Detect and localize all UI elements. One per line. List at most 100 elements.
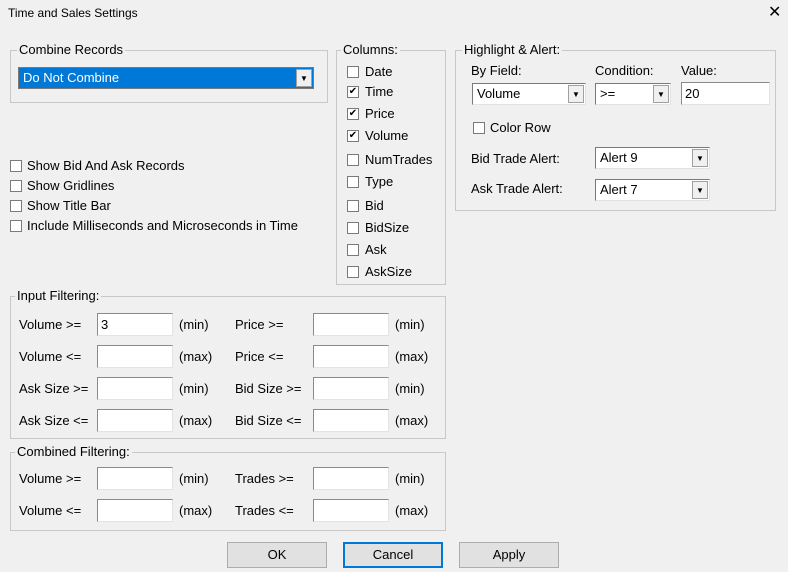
window-title: Time and Sales Settings [8, 6, 138, 20]
cancel-button[interactable]: Cancel [343, 542, 443, 568]
filter-label: Price >= [235, 317, 284, 332]
column-checkbox[interactable]: Ask [347, 242, 387, 257]
ask-alert-value: Alert 7 [600, 182, 638, 197]
filter-input[interactable] [97, 409, 173, 432]
chevron-down-icon: ▼ [296, 69, 312, 87]
filter-unit: (min) [395, 471, 425, 486]
column-label: Volume [365, 128, 409, 143]
column-checkbox[interactable]: Date [347, 64, 392, 79]
bid-trade-alert-label: Bid Trade Alert: [471, 151, 560, 166]
checkbox-box[interactable] [347, 153, 359, 166]
bid-trade-alert-select[interactable]: Alert 9 ▼ [595, 147, 710, 169]
checkbox-box[interactable] [347, 221, 359, 234]
column-label: Bid [365, 198, 384, 213]
column-checkbox[interactable]: BidSize [347, 220, 409, 235]
checkmark-icon[interactable]: ✔ [347, 129, 359, 142]
filter-label: Ask Size <= [19, 413, 89, 428]
filter-label: Volume <= [19, 349, 82, 364]
option-checkbox[interactable]: Show Bid And Ask Records [10, 158, 185, 173]
bid-alert-value: Alert 9 [600, 150, 638, 165]
filter-input[interactable] [313, 467, 389, 490]
filter-label: Bid Size >= [235, 381, 302, 396]
checkmark-icon[interactable]: ✔ [347, 107, 359, 120]
value-input[interactable]: 20 [681, 82, 770, 105]
checkbox-box[interactable] [347, 265, 359, 278]
apply-button[interactable]: Apply [459, 542, 559, 568]
column-label: Ask [365, 242, 387, 257]
checkbox-box[interactable] [473, 121, 485, 134]
column-checkbox[interactable]: Bid [347, 198, 384, 213]
column-label: Date [365, 64, 393, 79]
condition-select[interactable]: >= ▼ [595, 83, 671, 105]
option-checkbox[interactable]: Show Title Bar [10, 198, 111, 213]
color-row-checkbox[interactable]: Color Row [473, 120, 551, 135]
filter-input[interactable] [313, 409, 389, 432]
filter-input[interactable] [313, 499, 389, 522]
filter-unit: (max) [395, 349, 429, 364]
value-label: Value: [681, 63, 717, 78]
column-checkbox[interactable]: NumTrades [347, 152, 432, 167]
column-label: Price [365, 106, 395, 121]
filter-unit: (min) [179, 381, 209, 396]
checkbox-box[interactable] [347, 199, 359, 212]
column-checkbox[interactable]: ✔ Price [347, 106, 395, 121]
filter-label: Trades >= [235, 471, 294, 486]
checkmark-icon[interactable]: ✔ [347, 85, 359, 98]
ask-trade-alert-label: Ask Trade Alert: [471, 181, 563, 196]
column-checkbox[interactable]: ✔ Volume [347, 128, 408, 143]
columns-label: Columns: [341, 42, 400, 57]
combine-records-value: Do Not Combine [23, 70, 120, 85]
checkbox-box[interactable] [10, 199, 22, 212]
chevron-down-icon: ▼ [568, 85, 584, 103]
filter-unit: (min) [395, 381, 425, 396]
filter-input[interactable] [313, 313, 389, 336]
filter-input[interactable] [313, 345, 389, 368]
filter-label: Ask Size >= [19, 381, 89, 396]
combine-records-label: Combine Records [17, 42, 126, 57]
chevron-down-icon: ▼ [692, 149, 708, 167]
column-label: Time [365, 84, 394, 99]
filter-input[interactable]: 3 [97, 313, 173, 336]
filter-input[interactable] [97, 499, 173, 522]
column-checkbox[interactable]: AskSize [347, 264, 412, 279]
filter-unit: (min) [179, 471, 209, 486]
filter-label: Volume <= [19, 503, 82, 518]
checkbox-box[interactable] [10, 219, 22, 232]
checkbox-box[interactable] [10, 159, 22, 172]
by-field-select[interactable]: Volume ▼ [472, 83, 586, 105]
filter-unit: (min) [395, 317, 425, 332]
checkbox-box[interactable] [347, 243, 359, 256]
filter-input[interactable] [97, 345, 173, 368]
filter-input[interactable] [97, 467, 173, 490]
checkbox-box[interactable] [347, 65, 359, 78]
filter-unit: (max) [395, 413, 429, 428]
filter-label: Bid Size <= [235, 413, 302, 428]
option-label: Show Gridlines [27, 178, 115, 193]
filter-input[interactable] [97, 377, 173, 400]
input-filtering-label: Input Filtering: [15, 288, 102, 303]
condition-value: >= [600, 86, 616, 101]
option-checkbox[interactable]: Include Milliseconds and Microseconds in… [10, 218, 298, 233]
checkbox-box[interactable] [347, 175, 359, 188]
option-checkbox[interactable]: Show Gridlines [10, 178, 114, 193]
column-label: Type [365, 174, 394, 189]
filter-unit: (max) [179, 413, 213, 428]
option-label: Show Title Bar [27, 198, 111, 213]
ok-button[interactable]: OK [227, 542, 327, 568]
column-label: BidSize [365, 220, 410, 235]
filter-unit: (min) [179, 317, 209, 332]
column-label: AskSize [365, 264, 412, 279]
close-icon[interactable]: ✕ [768, 2, 781, 22]
checkbox-box[interactable] [10, 179, 22, 192]
filter-unit: (max) [395, 503, 429, 518]
column-label: NumTrades [365, 152, 433, 167]
option-label: Include Milliseconds and Microseconds in… [27, 218, 298, 233]
ask-trade-alert-select[interactable]: Alert 7 ▼ [595, 179, 710, 201]
column-checkbox[interactable]: Type [347, 174, 393, 189]
filter-input[interactable] [313, 377, 389, 400]
combine-records-select[interactable]: Do Not Combine ▼ [18, 67, 314, 89]
filter-label: Trades <= [235, 503, 294, 518]
color-row-label: Color Row [490, 120, 551, 135]
column-checkbox[interactable]: ✔ Time [347, 84, 393, 99]
by-field-label: By Field: [471, 63, 522, 78]
